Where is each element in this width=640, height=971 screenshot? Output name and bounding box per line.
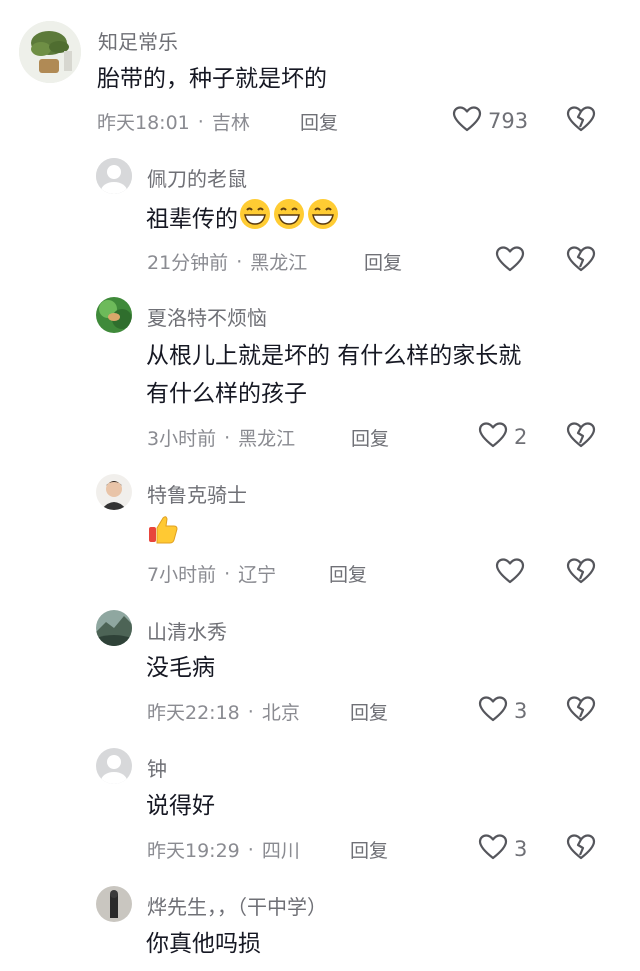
location: 吉林: [211, 112, 250, 134]
comment-text: 胎带的，种子就是坏的: [97, 66, 327, 92]
comment-text-line: 从根儿上就是坏的 有什么样的家长就: [146, 343, 522, 369]
broken-heart-icon: [566, 106, 596, 137]
grin-emoji: [306, 197, 340, 243]
separator: ·: [247, 700, 254, 723]
like-button[interactable]: 2: [478, 421, 527, 453]
avatar[interactable]: [96, 474, 132, 510]
location: 辽宁: [238, 564, 277, 586]
broken-heart-icon: [566, 422, 596, 453]
grin-emoji: [238, 197, 272, 243]
avatar[interactable]: [19, 21, 81, 83]
username[interactable]: 特鲁克骑士: [147, 479, 247, 508]
broken-heart-icon: [566, 696, 596, 727]
reply-button[interactable]: 回复: [351, 424, 389, 451]
separator: ·: [224, 426, 231, 449]
avatar[interactable]: [96, 886, 132, 922]
dislike-button[interactable]: [566, 833, 596, 865]
heart-icon: [495, 557, 525, 589]
reply-button[interactable]: 回复: [350, 836, 388, 863]
username[interactable]: 知足常乐: [98, 26, 178, 55]
separator: ·: [247, 838, 254, 861]
location: 黑龙江: [238, 428, 296, 450]
username[interactable]: 烨先生，，（干中学）: [147, 891, 327, 920]
like-count: 793: [488, 109, 529, 133]
dislike-button[interactable]: [566, 105, 596, 137]
comment-meta: 昨天22:18 · 北京: [147, 698, 300, 725]
timestamp: 3小时前: [147, 428, 217, 450]
heart-icon: [478, 421, 508, 453]
username[interactable]: 钟: [147, 753, 167, 782]
comment-meta: 7小时前 · 辽宁: [147, 560, 276, 587]
comment-meta: 昨天18:01 · 吉林: [97, 108, 250, 135]
separator: ·: [197, 110, 204, 133]
dislike-button[interactable]: [566, 557, 596, 589]
location: 北京: [261, 702, 300, 724]
avatar[interactable]: [96, 297, 132, 333]
reply-button[interactable]: 回复: [350, 698, 388, 725]
comment-text: 你真他吗损: [146, 931, 261, 957]
heart-icon: [478, 833, 508, 865]
comment-text: 没毛病: [146, 655, 215, 681]
like-count: 3: [514, 699, 528, 723]
location: 四川: [261, 840, 300, 862]
username[interactable]: 佩刀的老鼠: [147, 163, 247, 192]
timestamp: 7小时前: [147, 564, 217, 586]
dislike-button[interactable]: [566, 245, 596, 277]
like-button[interactable]: [495, 245, 525, 277]
dislike-button[interactable]: [566, 421, 596, 453]
broken-heart-icon: [566, 558, 596, 589]
like-button[interactable]: 3: [478, 833, 527, 865]
like-count: 2: [514, 425, 528, 449]
comment-meta: 3小时前 · 黑龙江: [147, 424, 295, 451]
broken-heart-icon: [566, 246, 596, 277]
reply-button[interactable]: 回复: [329, 560, 367, 587]
broken-heart-icon: [566, 834, 596, 865]
avatar[interactable]: [96, 158, 132, 194]
grin-emoji: [272, 197, 306, 243]
reply-button[interactable]: 回复: [300, 108, 338, 135]
like-button[interactable]: [495, 557, 525, 589]
comment-text: 祖辈传的: [146, 197, 340, 243]
like-count: 3: [514, 837, 528, 861]
username[interactable]: 夏洛特不烦恼: [147, 302, 267, 331]
separator: ·: [236, 250, 243, 273]
heart-icon: [495, 245, 525, 277]
timestamp: 昨天18:01: [97, 112, 190, 134]
timestamp: 21分钟前: [147, 252, 229, 274]
comment-text-line: 有什么样的孩子: [146, 381, 307, 407]
avatar[interactable]: [96, 610, 132, 646]
separator: ·: [224, 562, 231, 585]
thumbs-up-emoji: [146, 512, 180, 558]
comment-meta: 21分钟前 · 黑龙江: [147, 248, 307, 275]
comment-meta: 昨天19:29 · 四川: [147, 836, 300, 863]
avatar[interactable]: [96, 748, 132, 784]
like-button[interactable]: 3: [478, 695, 527, 727]
like-button[interactable]: 793: [452, 105, 528, 137]
location: 黑龙江: [250, 252, 308, 274]
timestamp: 昨天19:29: [147, 840, 240, 862]
timestamp: 昨天22:18: [147, 702, 240, 724]
comment-text-content: 祖辈传的: [146, 206, 238, 233]
dislike-button[interactable]: [566, 695, 596, 727]
heart-icon: [452, 105, 482, 137]
username[interactable]: 山清水秀: [147, 616, 227, 645]
heart-icon: [478, 695, 508, 727]
comment-text: [146, 512, 180, 558]
comment-text: 说得好: [146, 793, 215, 819]
reply-button[interactable]: 回复: [364, 248, 402, 275]
